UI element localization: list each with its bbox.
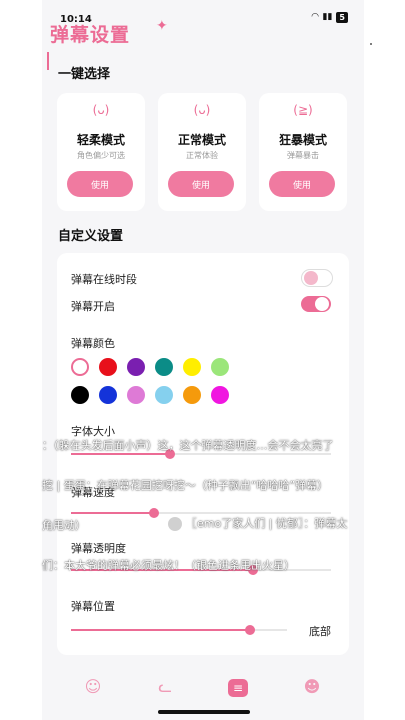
font-size-fill bbox=[71, 453, 170, 455]
color-swatch[interactable] bbox=[99, 386, 117, 404]
mode-card-gentle: (ᴗ) 轻柔模式 角色偏少可选 使用 bbox=[57, 93, 145, 211]
wifi-icon: ◠ bbox=[311, 12, 319, 22]
face-icon[interactable]: ☻ bbox=[301, 676, 323, 698]
custom-settings-title: 自定义设置 bbox=[58, 229, 124, 244]
color-swatch[interactable] bbox=[71, 358, 89, 376]
speed-fill bbox=[71, 512, 154, 514]
color-swatch[interactable] bbox=[155, 386, 173, 404]
danmaku-comment-emo: 〖emo了家人们 | 忧郁〗：弹幕太 bbox=[168, 515, 347, 531]
mode-desc: 弹幕暴击 bbox=[287, 151, 319, 160]
toggle-knob bbox=[315, 297, 329, 311]
normal-face-icon: (ᴗ) bbox=[193, 103, 211, 117]
color-swatch[interactable] bbox=[71, 386, 89, 404]
sparkle-icon: ✦ bbox=[156, 18, 168, 34]
accent-bar bbox=[47, 52, 49, 70]
use-gentle-button[interactable]: 使用 bbox=[67, 171, 133, 197]
status-bar: 10:14 ◠ ▮▮ 5 bbox=[42, 0, 364, 25]
color-swatch[interactable] bbox=[183, 358, 201, 376]
position-thumb[interactable] bbox=[245, 625, 255, 635]
phone-screen: 10:14 ◠ ▮▮ 5 弹幕设置 ✦ 一键选择 (ᴗ) 轻柔模式 角色偏少可选… bbox=[42, 0, 364, 720]
message-icon[interactable]: ≡ bbox=[228, 679, 248, 697]
custom-settings-panel: 弹幕在线时段 弹幕开启 弹幕颜色 字体大小 弹幕速度 弹幕透明度 弹幕位置 底部 bbox=[57, 253, 349, 655]
color-label: 弹幕颜色 bbox=[71, 337, 115, 350]
online-period-toggle[interactable] bbox=[301, 269, 333, 287]
mode-card-crazy: (≧) 狂暴模式 弹幕暴击 使用 bbox=[259, 93, 347, 211]
color-swatch[interactable] bbox=[127, 358, 145, 376]
speed-thumb[interactable] bbox=[149, 508, 159, 518]
avatar bbox=[168, 517, 182, 531]
mode-name: 正常模式 bbox=[177, 133, 226, 147]
stray-dot bbox=[370, 43, 372, 45]
mode-name: 轻柔模式 bbox=[76, 133, 125, 147]
status-icons: ◠ ▮▮ 5 bbox=[312, 12, 348, 23]
mode-desc: 正常体验 bbox=[186, 151, 218, 160]
opacity-label: 弹幕透明度 bbox=[71, 542, 126, 555]
mode-desc: 角色偏少可选 bbox=[77, 151, 125, 160]
color-swatch[interactable] bbox=[99, 358, 117, 376]
position-value: 底部 bbox=[309, 625, 331, 638]
danmaku-comment: 角甩动） bbox=[42, 519, 86, 532]
position-fill bbox=[71, 629, 250, 631]
color-swatch[interactable] bbox=[127, 386, 145, 404]
danmaku-comment: 挖 | 蛋蛋：在弹幕花园挖呀挖～（种子飘出“哈哈哈”弹幕） bbox=[42, 479, 329, 492]
color-swatch[interactable] bbox=[211, 386, 229, 404]
signal-icon: ▮▮ bbox=[322, 12, 333, 22]
battery-icon: 5 bbox=[336, 12, 348, 23]
online-period-label: 弹幕在线时段 bbox=[71, 273, 137, 286]
mode-card-normal: (ᴗ) 正常模式 正常体验 使用 bbox=[158, 93, 246, 211]
danmaku-comment: 们：本大爷的弹幕必须最炫！（银色进条甩出火星） bbox=[42, 559, 295, 572]
home-indicator bbox=[158, 710, 250, 714]
smile-icon[interactable]: ☺ bbox=[82, 676, 104, 698]
page-title: 弹幕设置 bbox=[50, 24, 131, 46]
use-normal-button[interactable]: 使用 bbox=[168, 171, 234, 197]
danmaku-comment: ：（躲在头发后面小声）这，这个弹幕透明度…会不会太亮了 bbox=[42, 439, 334, 452]
danmaku-text: 〖emo了家人们 | 忧郁〗：弹幕太 bbox=[186, 517, 348, 530]
gentle-face-icon: (ᴗ) bbox=[92, 103, 110, 117]
quick-select-title: 一键选择 bbox=[58, 67, 111, 82]
cat-icon[interactable]: ᓚ bbox=[154, 676, 176, 698]
mode-name: 狂暴模式 bbox=[278, 133, 327, 147]
toggle-knob bbox=[304, 271, 318, 285]
color-swatch[interactable] bbox=[155, 358, 173, 376]
danmaku-enable-toggle[interactable] bbox=[301, 296, 331, 312]
crazy-face-icon: (≧) bbox=[293, 103, 313, 117]
use-crazy-button[interactable]: 使用 bbox=[269, 171, 335, 197]
color-swatch[interactable] bbox=[183, 386, 201, 404]
position-label: 弹幕位置 bbox=[71, 600, 115, 613]
enable-label: 弹幕开启 bbox=[71, 300, 115, 313]
color-swatch[interactable] bbox=[211, 358, 229, 376]
